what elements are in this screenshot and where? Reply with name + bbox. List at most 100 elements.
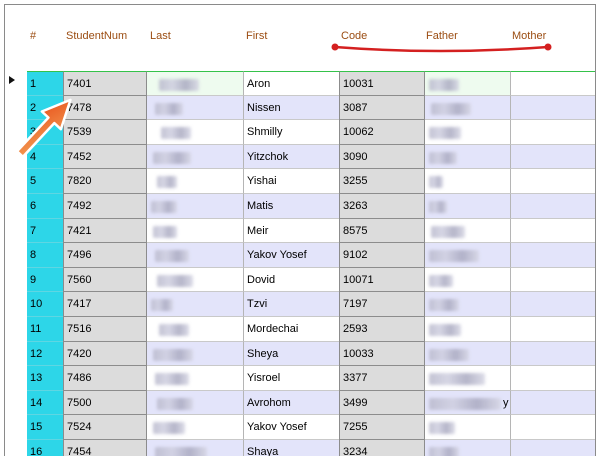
studentnum-cell[interactable]: 7452: [63, 144, 147, 170]
table-row[interactable]: 5 7820 Yishai 3255: [5, 169, 595, 194]
father-cell[interactable]: [425, 71, 511, 96]
last-name-cell[interactable]: [147, 292, 243, 317]
first-name-cell[interactable]: Aron: [243, 71, 339, 96]
last-name-cell[interactable]: [147, 366, 243, 391]
studentnum-cell[interactable]: 7820: [63, 169, 147, 194]
row-number-cell[interactable]: 3: [27, 120, 63, 145]
studentnum-cell[interactable]: 7421: [63, 218, 147, 244]
row-number-cell[interactable]: 8: [27, 243, 63, 268]
row-number-cell[interactable]: 9: [27, 267, 63, 293]
table-row[interactable]: 8 7496 Yakov Yosef 9102: [5, 243, 595, 268]
father-cell[interactable]: [425, 267, 511, 293]
column-header-number[interactable]: #: [30, 30, 36, 42]
mother-cell[interactable]: [511, 71, 595, 96]
mother-cell[interactable]: [511, 390, 595, 416]
studentnum-cell[interactable]: 7401: [63, 71, 147, 96]
father-cell[interactable]: [425, 120, 511, 145]
last-name-cell[interactable]: [147, 71, 243, 96]
code-cell[interactable]: 3263: [339, 194, 425, 219]
table-row[interactable]: 9 7560 Dovid 10071: [5, 267, 595, 293]
father-cell[interactable]: [425, 144, 511, 170]
row-number-cell[interactable]: 16: [27, 440, 63, 456]
last-name-cell[interactable]: [147, 144, 243, 170]
code-cell[interactable]: 10031: [339, 71, 425, 96]
first-name-cell[interactable]: Yakov Yosef: [243, 415, 339, 440]
code-cell[interactable]: 3377: [339, 366, 425, 391]
mother-cell[interactable]: [511, 366, 595, 391]
table-row[interactable]: 13 7486 Yisroel 3377: [5, 366, 595, 391]
last-name-cell[interactable]: [147, 95, 243, 121]
code-cell[interactable]: 3255: [339, 169, 425, 194]
column-header-first[interactable]: First: [246, 30, 267, 42]
studentnum-cell[interactable]: 7560: [63, 267, 147, 293]
last-name-cell[interactable]: [147, 317, 243, 342]
studentnum-cell[interactable]: 7492: [63, 194, 147, 219]
studentnum-cell[interactable]: 7524: [63, 415, 147, 440]
first-name-cell[interactable]: Avrohom: [243, 390, 339, 416]
studentnum-cell[interactable]: 7486: [63, 366, 147, 391]
row-number-cell[interactable]: 6: [27, 194, 63, 219]
first-name-cell[interactable]: Matis: [243, 194, 339, 219]
studentnum-cell[interactable]: 7454: [63, 440, 147, 456]
first-name-cell[interactable]: Tzvi: [243, 292, 339, 317]
table-row[interactable]: 1 7401 Aron 10031: [5, 71, 595, 96]
code-cell[interactable]: 8575: [339, 218, 425, 244]
table-row[interactable]: 7 7421 Meir 8575: [5, 218, 595, 244]
row-number-cell[interactable]: 10: [27, 292, 63, 317]
table-row[interactable]: 3 7539 Shmilly 10062: [5, 120, 595, 145]
code-cell[interactable]: 10062: [339, 120, 425, 145]
last-name-cell[interactable]: [147, 218, 243, 244]
row-number-cell[interactable]: 11: [27, 317, 63, 342]
column-header-father[interactable]: Father: [426, 30, 458, 42]
father-cell[interactable]: [425, 341, 511, 367]
code-cell[interactable]: 10033: [339, 341, 425, 367]
row-number-cell[interactable]: 15: [27, 415, 63, 440]
father-cell[interactable]: [425, 243, 511, 268]
row-number-cell[interactable]: 14: [27, 390, 63, 416]
row-number-cell[interactable]: 2: [27, 95, 63, 121]
first-name-cell[interactable]: Yakov Yosef: [243, 243, 339, 268]
first-name-cell[interactable]: Sheya: [243, 341, 339, 367]
row-number-cell[interactable]: 1: [27, 71, 63, 96]
last-name-cell[interactable]: [147, 440, 243, 456]
mother-cell[interactable]: [511, 218, 595, 244]
code-cell[interactable]: 7197: [339, 292, 425, 317]
row-number-cell[interactable]: 7: [27, 218, 63, 244]
code-cell[interactable]: 3499: [339, 390, 425, 416]
mother-cell[interactable]: [511, 169, 595, 194]
father-cell[interactable]: [425, 366, 511, 391]
code-cell[interactable]: 3087: [339, 95, 425, 121]
table-row[interactable]: 4 7452 Yitzchok 3090: [5, 144, 595, 170]
last-name-cell[interactable]: [147, 194, 243, 219]
code-cell[interactable]: 7255: [339, 415, 425, 440]
mother-cell[interactable]: [511, 317, 595, 342]
row-number-cell[interactable]: 13: [27, 366, 63, 391]
studentnum-cell[interactable]: 7478: [63, 95, 147, 121]
table-row[interactable]: 15 7524 Yakov Yosef 7255: [5, 415, 595, 440]
first-name-cell[interactable]: Mordechai: [243, 317, 339, 342]
last-name-cell[interactable]: [147, 341, 243, 367]
mother-cell[interactable]: [511, 440, 595, 456]
father-cell[interactable]: y: [425, 390, 511, 416]
mother-cell[interactable]: [511, 243, 595, 268]
first-name-cell[interactable]: Shmilly: [243, 120, 339, 145]
row-number-cell[interactable]: 12: [27, 341, 63, 367]
first-name-cell[interactable]: Yitzchok: [243, 144, 339, 170]
studentnum-cell[interactable]: 7420: [63, 341, 147, 367]
table-row[interactable]: 10 7417 Tzvi 7197: [5, 292, 595, 317]
mother-cell[interactable]: [511, 341, 595, 367]
column-header-code[interactable]: Code: [341, 30, 367, 42]
last-name-cell[interactable]: [147, 390, 243, 416]
last-name-cell[interactable]: [147, 267, 243, 293]
row-number-cell[interactable]: 5: [27, 169, 63, 194]
father-cell[interactable]: [425, 440, 511, 456]
studentnum-cell[interactable]: 7496: [63, 243, 147, 268]
first-name-cell[interactable]: Yishai: [243, 169, 339, 194]
mother-cell[interactable]: [511, 144, 595, 170]
mother-cell[interactable]: [511, 267, 595, 293]
first-name-cell[interactable]: Yisroel: [243, 366, 339, 391]
last-name-cell[interactable]: [147, 415, 243, 440]
first-name-cell[interactable]: Nissen: [243, 95, 339, 121]
first-name-cell[interactable]: Dovid: [243, 267, 339, 293]
mother-cell[interactable]: [511, 415, 595, 440]
